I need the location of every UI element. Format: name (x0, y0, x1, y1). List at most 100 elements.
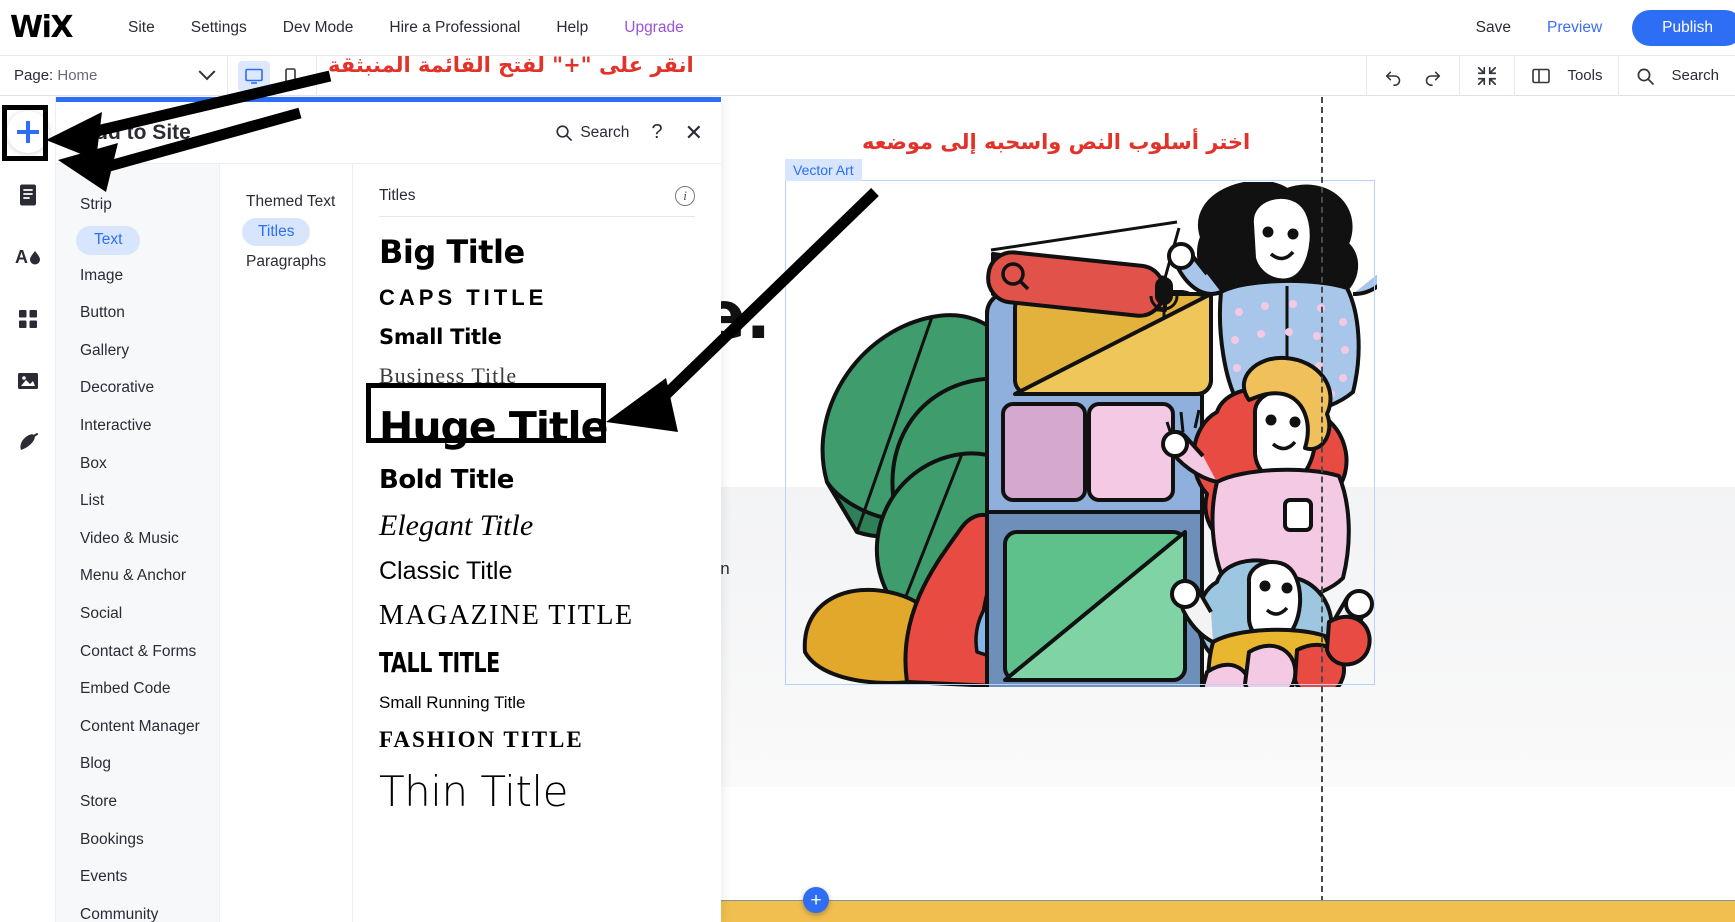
main-menu: Site Settings Dev Mode Hire a Profession… (110, 13, 702, 43)
panel-layout-icon (1531, 66, 1551, 86)
save-button[interactable]: Save (1458, 13, 1529, 43)
add-section-button[interactable]: + (803, 887, 829, 913)
title-style-elegant-title[interactable]: Elegant Title (379, 501, 695, 549)
title-style-bold-title[interactable]: Bold Title (379, 457, 695, 501)
title-style-thin-title[interactable]: Thin Title (379, 759, 695, 822)
category-community[interactable]: Community (56, 899, 219, 922)
editor-canvas[interactable]: e. ion Vector Art (721, 97, 1735, 922)
category-embed-code[interactable]: Embed Code (56, 673, 219, 706)
search-icon (1635, 66, 1655, 86)
hero-subtext: ion (721, 559, 730, 579)
title-style-classic-title[interactable]: Classic Title (379, 549, 695, 592)
add-panel-help-button[interactable]: ? (651, 121, 662, 144)
title-style-tall-title[interactable]: TALL TITLE (379, 638, 638, 685)
page-selector-prefix: Page: (14, 67, 53, 84)
category-content-manager[interactable]: Content Manager (56, 711, 219, 744)
title-style-small-title[interactable]: Small Title (379, 317, 695, 355)
toolbar-right-group: Tools Search (1366, 56, 1735, 96)
category-store[interactable]: Store (56, 786, 219, 819)
selected-element-box[interactable] (785, 180, 1375, 685)
hero-headline: e. (721, 277, 771, 354)
category-box[interactable]: Box (56, 448, 219, 481)
category-social[interactable]: Social (56, 598, 219, 631)
category-strip[interactable]: Strip (56, 189, 219, 222)
category-events[interactable]: Events (56, 861, 219, 894)
category-button[interactable]: Button (56, 297, 219, 330)
category-text[interactable]: Text (76, 226, 140, 255)
items-header-label: Titles (379, 187, 415, 205)
add-panel-header: Add to Site Search ? ✕ (56, 102, 721, 164)
add-panel-close-button[interactable]: ✕ (685, 122, 703, 144)
subcategory-titles[interactable]: Titles (242, 218, 310, 246)
wix-editor-window: e. ion Vector Art (0, 0, 1735, 922)
category-interactive[interactable]: Interactive (56, 410, 219, 443)
category-menu-and-anchor[interactable]: Menu & Anchor (56, 560, 219, 593)
subcategory-paragraphs[interactable]: Paragraphs (220, 246, 352, 278)
rail-item-pages[interactable] (8, 175, 48, 215)
left-toolbar-rail: A (0, 97, 56, 922)
footer-strip[interactable] (721, 900, 1735, 922)
tools-label: Tools (1567, 67, 1602, 84)
search-button[interactable]: Search (1618, 56, 1735, 96)
tools-button[interactable]: Tools (1514, 56, 1618, 96)
title-style-huge-title[interactable]: Huge Title (379, 395, 695, 457)
category-contact-and-forms[interactable]: Contact & Forms (56, 636, 219, 669)
add-panel-items-column: Titles i Big Title CAPS TITLE Small Titl… (353, 164, 721, 922)
theme-icon: A (14, 243, 42, 271)
rail-item-apps[interactable] (8, 299, 48, 339)
zoom-out-group[interactable] (1459, 56, 1514, 96)
page-guide-dashed-line (1321, 97, 1323, 922)
rail-item-blog[interactable] (8, 423, 48, 463)
element-type-label: Vector Art (785, 159, 862, 181)
menu-settings[interactable]: Settings (173, 13, 265, 43)
category-list[interactable]: List (56, 485, 219, 518)
add-to-site-panel: Add to Site Search ? ✕ Strip Text Image (56, 97, 721, 922)
category-blog[interactable]: Blog (56, 748, 219, 781)
preview-button[interactable]: Preview (1529, 13, 1620, 43)
annotation-click-plus: انقر على "+" لفتح القائمة المنبثقة (328, 53, 694, 77)
apps-icon (15, 306, 41, 332)
page-selector[interactable]: Page: Home (0, 56, 228, 96)
page-stage[interactable]: e. ion Vector Art (721, 97, 1735, 922)
mobile-icon (280, 66, 300, 86)
title-style-business-title[interactable]: Business Title (379, 355, 695, 395)
title-style-big-title[interactable]: Big Title (379, 225, 695, 277)
desktop-icon (244, 66, 264, 86)
menu-upgrade[interactable]: Upgrade (606, 13, 701, 43)
add-elements-button[interactable] (7, 111, 49, 153)
svg-text:A: A (15, 247, 28, 267)
subcategory-themed-text[interactable]: Themed Text (220, 186, 352, 218)
main-menu-bar: WiX Site Settings Dev Mode Hire a Profes… (0, 0, 1735, 56)
menu-dev-mode[interactable]: Dev Mode (265, 13, 372, 43)
menu-site[interactable]: Site (110, 13, 173, 43)
zoom-out-button[interactable] (1476, 65, 1498, 87)
menu-hire-a-professional[interactable]: Hire a Professional (371, 13, 538, 43)
category-gallery[interactable]: Gallery (56, 335, 219, 368)
title-style-magazine-title[interactable]: MAGAZINE TITLE (379, 592, 695, 638)
menu-help[interactable]: Help (538, 13, 606, 43)
add-panel-subcategory-list: Themed Text Titles Paragraphs (220, 164, 353, 922)
rail-item-design[interactable]: A (8, 237, 48, 277)
desktop-view-button[interactable] (238, 61, 270, 91)
add-panel-search-label: Search (580, 124, 629, 142)
category-decorative[interactable]: Decorative (56, 372, 219, 405)
rail-item-media[interactable] (8, 361, 48, 401)
category-video-and-music[interactable]: Video & Music (56, 523, 219, 556)
title-style-fashion-title[interactable]: FASHION TITLE (379, 719, 695, 759)
undo-button[interactable] (1383, 65, 1405, 87)
category-bookings[interactable]: Bookings (56, 824, 219, 857)
redo-icon (1421, 65, 1443, 87)
page-selector-value: Home (57, 67, 97, 84)
items-header-row: Titles i (379, 186, 695, 217)
title-style-caps-title[interactable]: CAPS TITLE (379, 277, 695, 317)
add-panel-header-actions: Search ? ✕ (554, 121, 703, 144)
redo-button[interactable] (1421, 65, 1443, 87)
mobile-view-button[interactable] (274, 61, 306, 91)
add-panel-search-button[interactable]: Search (554, 123, 629, 142)
category-image[interactable]: Image (56, 260, 219, 293)
search-icon-wrap (1635, 66, 1655, 86)
publish-button[interactable]: Publish (1632, 10, 1735, 46)
wix-logo[interactable]: WiX (10, 10, 72, 45)
title-style-small-running-title[interactable]: Small Running Title (379, 685, 695, 719)
info-icon[interactable]: i (675, 186, 695, 206)
